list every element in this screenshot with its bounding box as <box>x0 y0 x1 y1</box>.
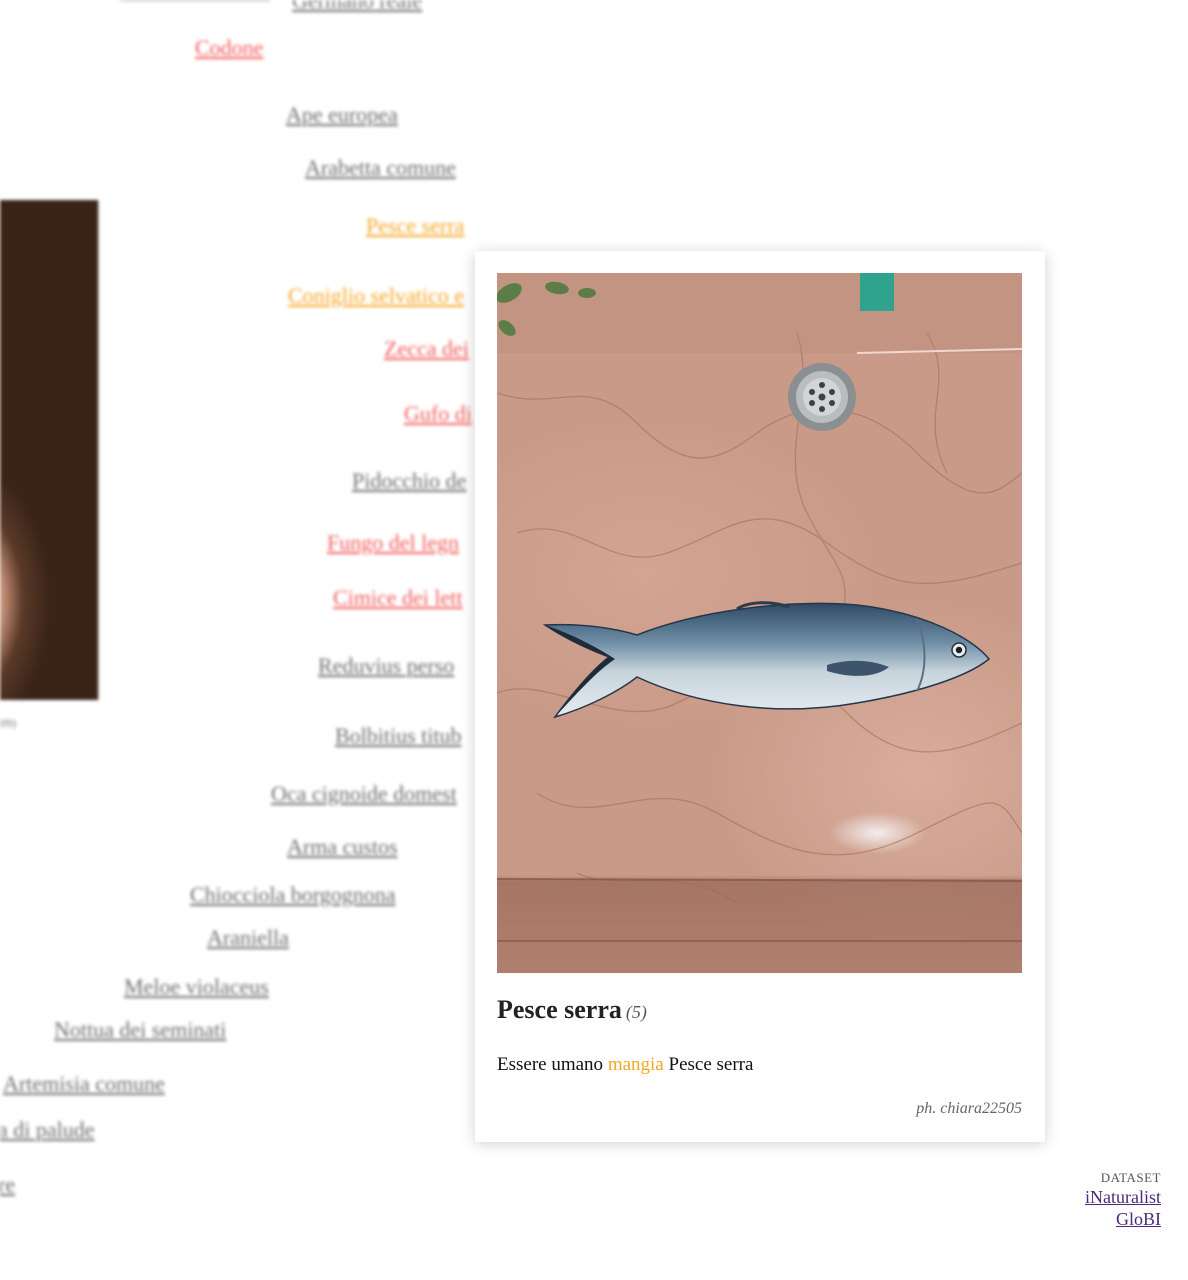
bg-link-pidocchio[interactable]: Pidocchio de <box>352 468 466 494</box>
bg-link-reduvius[interactable]: Reduvius perso <box>318 653 454 679</box>
bg-link-cimice-dei-letti[interactable]: Cimice dei lett <box>333 585 463 611</box>
bg-link-araniella[interactable]: Araniella <box>207 925 289 951</box>
bg-link-arma-custos[interactable]: Arma custos <box>287 834 398 860</box>
bg-link-re[interactable]: re <box>0 1172 15 1198</box>
bg-link-oca-cignoide[interactable]: Oca cignoide domest <box>271 781 457 807</box>
photo-credit: ph. chiara22505 <box>916 1100 1022 1117</box>
bg-link-gufo[interactable]: Gufo di <box>404 401 472 427</box>
bg-link-ape-europea[interactable]: Ape europea <box>286 102 398 128</box>
species-popup-card: Pesce serra (5) Essere umano mangia Pesce… <box>475 251 1045 1142</box>
interaction-verb: mangia <box>607 1054 664 1075</box>
bg-link-meloe[interactable]: Meloe violaceus <box>124 974 269 1000</box>
divider <box>120 0 270 1</box>
interaction-object: Pesce serra <box>668 1054 754 1075</box>
species-name: Pesce serra <box>497 995 622 1024</box>
bg-link-nottua[interactable]: Nottua dei seminati <box>54 1017 226 1043</box>
bg-link-codone[interactable]: Codone <box>195 35 263 61</box>
species-photo <box>497 273 1022 973</box>
interaction-subject: Essere umano <box>497 1054 604 1075</box>
dataset-link-inaturalist[interactable]: iNaturalist <box>1085 1186 1161 1208</box>
bg-link-coniglio-selvatico[interactable]: Coniglio selvatico e <box>288 283 464 309</box>
portrait-caption: 09) <box>0 716 16 730</box>
bg-link-arabetta-comune[interactable]: Arabetta comune <box>305 155 456 181</box>
fish-photo-illustration <box>497 273 1022 973</box>
bg-link-palude[interactable]: a di palude <box>0 1117 95 1143</box>
bg-link-fungo-del-legno[interactable]: Fungo del legn <box>327 530 459 556</box>
dataset-label: DATASET <box>1100 1170 1161 1185</box>
dataset-link-globi[interactable]: GloBI <box>1085 1208 1161 1230</box>
bg-link-pesce-serra[interactable]: Pesce serra <box>366 213 464 239</box>
bg-link-artemisia[interactable]: Artemisia comune <box>3 1071 165 1097</box>
interaction-sentence: Essere umano mangia Pesce serra <box>497 1054 753 1076</box>
bg-link-chiocciola[interactable]: Chiocciola borgognona <box>190 882 396 908</box>
observation-count: (5) <box>625 1002 647 1022</box>
bg-link-germano-reale[interactable]: Germano reale <box>292 0 422 14</box>
bg-link-zecca[interactable]: Zecca dei <box>384 336 469 362</box>
dataset-panel: DATASET iNaturalist GloBI <box>1085 1170 1161 1230</box>
portrait-image <box>0 200 99 700</box>
bg-link-bolbitius[interactable]: Bolbitius titub <box>335 723 462 749</box>
species-title: Pesce serra (5) <box>497 995 647 1025</box>
